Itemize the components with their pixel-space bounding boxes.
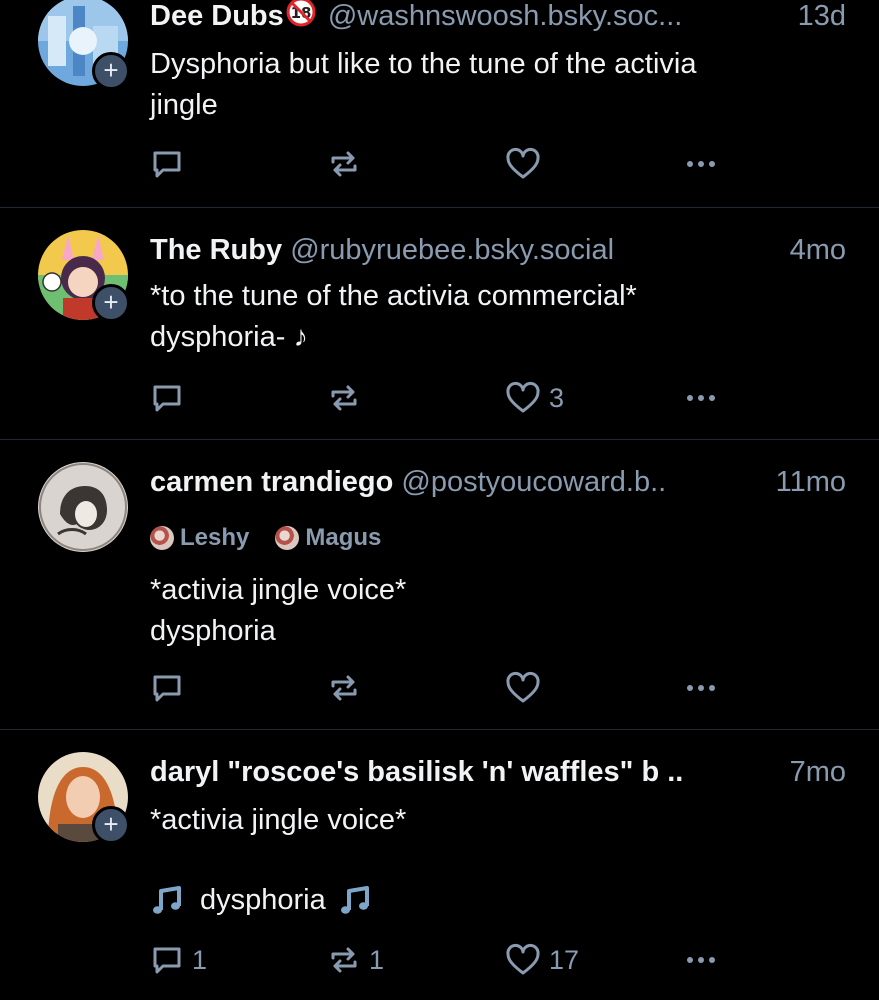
repost-icon	[331, 385, 357, 411]
reply-icon	[153, 675, 181, 702]
like-count: 17	[549, 944, 580, 975]
follow-badge[interactable]: +	[92, 284, 130, 322]
heart-icon	[506, 381, 540, 413]
label-chip-leshy[interactable]: Leshy	[150, 524, 249, 552]
like-button[interactable]	[505, 144, 549, 184]
post-actions: 1 1 17	[150, 940, 850, 980]
reply-icon	[153, 151, 181, 178]
like-button[interactable]: 17	[505, 940, 579, 980]
more-options-button[interactable]	[682, 940, 722, 980]
more-options-button[interactable]	[682, 668, 722, 708]
reply-button[interactable]	[150, 378, 192, 418]
heart-icon	[506, 943, 540, 975]
post-text-line: dysphoria	[150, 880, 839, 921]
more-dots-icon	[687, 161, 715, 167]
avatar[interactable]	[38, 462, 128, 552]
repost-icon	[331, 675, 357, 701]
more-dots-icon	[687, 685, 715, 691]
label-text: Magus	[305, 524, 382, 551]
label-badge-icon	[150, 526, 174, 550]
profile-labels: Leshy Magus	[150, 522, 381, 554]
music-note-icon	[340, 885, 369, 914]
author-name[interactable]: carmen trandiego	[150, 466, 393, 498]
post-text: *to the tune of the activia commercial* …	[150, 280, 637, 353]
post-time[interactable]: 7mo	[790, 752, 846, 792]
author-handle[interactable]: @postyoucoward.b..	[401, 466, 666, 498]
reply-icon	[153, 947, 181, 974]
reply-button[interactable]	[150, 144, 192, 184]
repost-button[interactable]	[327, 378, 369, 418]
repost-button[interactable]	[327, 668, 369, 708]
post-card[interactable]: carmen trandiego @postyoucoward.b.. 11mo…	[0, 440, 879, 730]
post-text: *activia jingle voice* dysphoria	[150, 574, 407, 647]
repost-button[interactable]: 1	[327, 940, 384, 980]
reply-button[interactable]	[150, 668, 192, 708]
more-options-button[interactable]	[682, 378, 722, 418]
music-note-icon	[153, 885, 181, 914]
heart-icon	[506, 147, 540, 179]
repost-icon	[331, 151, 357, 177]
post-actions	[150, 668, 850, 708]
reply-icon	[153, 385, 181, 412]
author-handle[interactable]: @washnswoosh.bsky.soc...	[328, 0, 683, 32]
reply-button[interactable]: 1	[150, 940, 207, 980]
repost-count: 1	[369, 944, 385, 975]
repost-icon	[331, 947, 357, 973]
repost-button[interactable]	[327, 144, 369, 184]
follow-badge[interactable]: +	[92, 52, 130, 90]
author-name[interactable]: daryl "roscoe's basilisk 'n' waffles" b …	[150, 756, 683, 788]
more-dots-icon	[687, 395, 715, 401]
post-card[interactable]: + The Ruby @rubyruebee.bsky.social 4mo *…	[0, 208, 879, 440]
more-dots-icon	[687, 957, 715, 963]
like-count: 3	[549, 382, 565, 413]
reply-count: 1	[192, 944, 208, 975]
post-time[interactable]: 13d	[798, 0, 846, 36]
heart-icon	[506, 671, 540, 703]
author-name[interactable]: The Ruby	[150, 234, 282, 266]
post-actions	[150, 144, 850, 184]
adult-content-18-icon: 18	[286, 0, 316, 38]
follow-badge[interactable]: +	[92, 806, 130, 844]
post-actions: 3	[150, 378, 850, 418]
author-handle[interactable]: @rubyruebee.bsky.social	[290, 234, 614, 266]
post-time[interactable]: 4mo	[790, 230, 846, 270]
label-badge-icon	[275, 526, 300, 550]
like-button[interactable]: 3	[505, 378, 564, 418]
post-text: Dysphoria but like to the tune of the ac…	[150, 48, 697, 121]
more-options-button[interactable]	[682, 144, 722, 184]
label-chip-magus[interactable]: Magus	[275, 524, 381, 552]
post-text-segment: dysphoria	[200, 884, 326, 916]
post-time[interactable]: 11mo	[776, 462, 846, 502]
like-button[interactable]	[505, 668, 549, 708]
author-name[interactable]: Dee Dubs	[150, 0, 284, 32]
post-card[interactable]: + Dee Dubs18 @washnswoosh.bsky.soc... 13…	[0, 0, 879, 208]
label-text: Leshy	[180, 524, 250, 551]
post-card[interactable]: + daryl "roscoe's basilisk 'n' waffles" …	[0, 730, 879, 1000]
post-text: *activia jingle voice*	[150, 804, 407, 836]
